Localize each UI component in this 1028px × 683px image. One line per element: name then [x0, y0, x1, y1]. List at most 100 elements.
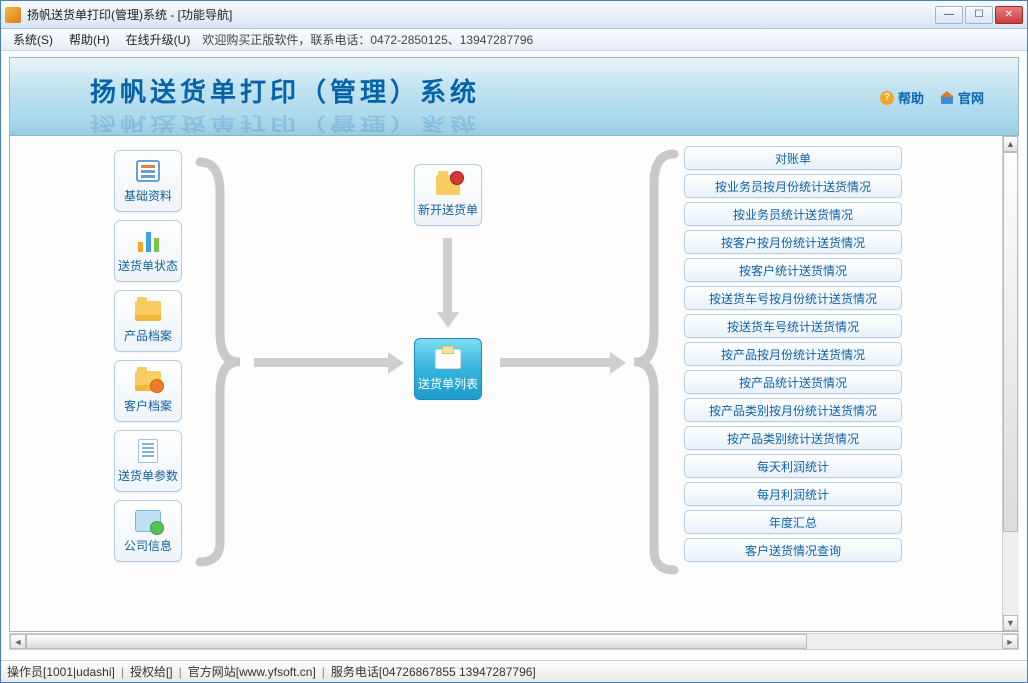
- tile-customer-archive[interactable]: 客户档案: [114, 360, 182, 422]
- report-button[interactable]: 按产品按月份统计送货情况: [684, 342, 902, 366]
- tile-product-archive[interactable]: 产品档案: [114, 290, 182, 352]
- report-label: 每天利润统计: [757, 458, 829, 475]
- center-main: 送货单列表: [414, 338, 482, 400]
- new-folder-icon: [433, 172, 463, 198]
- tile-label: 新开送货单: [418, 201, 478, 218]
- tile-delivery-params[interactable]: 送货单参数: [114, 430, 182, 492]
- tile-label: 客户档案: [124, 397, 172, 414]
- report-label: 按客户按月份统计送货情况: [721, 234, 865, 251]
- tile-delivery-list[interactable]: 送货单列表: [414, 338, 482, 400]
- scroll-down-button[interactable]: ▼: [1003, 615, 1018, 631]
- banner-site-link[interactable]: 官网: [940, 88, 984, 107]
- bars-icon: [133, 228, 163, 254]
- report-label: 按产品类别统计送货情况: [727, 430, 859, 447]
- menubar: 系统(S) 帮助(H) 在线升级(U) 欢迎购买正版软件，联系电话：0472-2…: [1, 29, 1027, 51]
- tile-label: 送货单列表: [418, 375, 478, 392]
- scroll-left-button[interactable]: ◄: [10, 634, 26, 649]
- banner-title: 扬帆送货单打印（管理）系统: [90, 72, 480, 109]
- report-button[interactable]: 对账单: [684, 146, 902, 170]
- scroll-up-button[interactable]: ▲: [1003, 136, 1018, 152]
- report-label: 按送货车号按月份统计送货情况: [709, 290, 877, 307]
- titlebar: 扬帆送货单打印(管理)系统 - [功能导航] — ☐ ✕: [1, 1, 1027, 29]
- scroll-right-button[interactable]: ►: [1002, 634, 1018, 649]
- arrow-center-to-right-icon: [500, 358, 612, 367]
- tile-basic-data[interactable]: 基础资料: [114, 150, 182, 212]
- scroll-track[interactable]: [1003, 152, 1018, 615]
- horizontal-scrollbar[interactable]: ◄ ►: [9, 633, 1019, 650]
- banner-title-reflection: 扬帆送货单打印（管理）系统: [90, 112, 480, 136]
- report-label: 按送货车号统计送货情况: [727, 318, 859, 335]
- tile-label: 产品档案: [124, 327, 172, 344]
- menu-help[interactable]: 帮助(H): [61, 29, 118, 50]
- tile-label: 送货单状态: [118, 257, 178, 274]
- nav-panel: 扬帆送货单打印（管理）系统 扬帆送货单打印（管理）系统 ? 帮助 官网: [9, 57, 1019, 632]
- report-label: 按业务员统计送货情况: [733, 206, 853, 223]
- arrow-left-to-center-icon: [254, 358, 390, 367]
- report-button[interactable]: 客户送货情况查询: [684, 538, 902, 562]
- status-phone: 服务电话[04726867855 13947287796]: [331, 663, 536, 680]
- menu-upgrade[interactable]: 在线升级(U): [118, 29, 199, 50]
- report-button[interactable]: 按送货车号统计送货情况: [684, 314, 902, 338]
- scroll-thumb[interactable]: [26, 634, 807, 649]
- maximize-button[interactable]: ☐: [965, 6, 993, 24]
- right-bracket-icon: [634, 144, 684, 580]
- folder-icon: [133, 298, 163, 324]
- menu-promo-text: 欢迎购买正版软件，联系电话：0472-2850125、13947287796: [198, 31, 533, 48]
- report-button[interactable]: 年度汇总: [684, 510, 902, 534]
- delivery-list-icon: [433, 346, 463, 372]
- report-label: 每月利润统计: [757, 486, 829, 503]
- report-label: 按业务员按月份统计送货情况: [715, 178, 871, 195]
- list-icon: [133, 158, 163, 184]
- center-top: 新开送货单: [414, 164, 482, 226]
- report-label: 按产品按月份统计送货情况: [721, 346, 865, 363]
- app-window: 扬帆送货单打印(管理)系统 - [功能导航] — ☐ ✕ 系统(S) 帮助(H)…: [0, 0, 1028, 683]
- report-button[interactable]: 按客户统计送货情况: [684, 258, 902, 282]
- report-button[interactable]: 按产品类别统计送货情况: [684, 426, 902, 450]
- tile-label: 送货单参数: [118, 467, 178, 484]
- report-button[interactable]: 按业务员统计送货情况: [684, 202, 902, 226]
- scroll-track[interactable]: [26, 634, 1002, 649]
- window-title: 扬帆送货单打印(管理)系统 - [功能导航]: [27, 6, 935, 23]
- folder-user-icon: [133, 368, 163, 394]
- status-site: 官方网站[www.yfsoft.cn]: [188, 663, 316, 680]
- company-icon: [133, 508, 163, 534]
- menu-system[interactable]: 系统(S): [5, 29, 61, 50]
- app-icon: [5, 7, 21, 23]
- report-label: 按产品统计送货情况: [739, 374, 847, 391]
- window-controls: — ☐ ✕: [935, 6, 1023, 24]
- vertical-scrollbar[interactable]: ▲ ▼: [1002, 136, 1019, 631]
- report-button[interactable]: 按送货车号按月份统计送货情况: [684, 286, 902, 310]
- document-icon: [133, 438, 163, 464]
- left-bracket-icon: [190, 152, 240, 572]
- arrow-top-to-center-icon: [443, 238, 452, 314]
- report-button[interactable]: 每天利润统计: [684, 454, 902, 478]
- report-button[interactable]: 按业务员按月份统计送货情况: [684, 174, 902, 198]
- close-button[interactable]: ✕: [995, 6, 1023, 24]
- tile-company-info[interactable]: 公司信息: [114, 500, 182, 562]
- status-licensed: 授权给[]: [130, 663, 173, 680]
- banner-help-link[interactable]: ? 帮助: [880, 88, 924, 107]
- report-button[interactable]: 每月利润统计: [684, 482, 902, 506]
- tile-new-delivery[interactable]: 新开送货单: [414, 164, 482, 226]
- minimize-button[interactable]: —: [935, 6, 963, 24]
- report-button[interactable]: 按产品类别按月份统计送货情况: [684, 398, 902, 422]
- scroll-thumb[interactable]: [1003, 152, 1018, 532]
- banner-links: ? 帮助 官网: [880, 88, 984, 107]
- report-button[interactable]: 按产品统计送货情况: [684, 370, 902, 394]
- help-icon: ?: [880, 91, 894, 105]
- separator: |: [121, 665, 124, 679]
- tile-delivery-status[interactable]: 送货单状态: [114, 220, 182, 282]
- tile-label: 公司信息: [124, 537, 172, 554]
- banner-help-label: 帮助: [898, 88, 924, 107]
- tile-label: 基础资料: [124, 187, 172, 204]
- home-icon: [940, 91, 954, 105]
- report-label: 按客户统计送货情况: [739, 262, 847, 279]
- report-label: 客户送货情况查询: [745, 542, 841, 559]
- left-column: 基础资料 送货单状态 产品档案 客户档案: [114, 150, 182, 562]
- separator: |: [179, 665, 182, 679]
- statusbar: 操作员[1001|udashi] | 授权给[] | 官方网站[www.yfso…: [1, 660, 1027, 682]
- separator: |: [322, 665, 325, 679]
- report-label: 年度汇总: [769, 514, 817, 531]
- report-button[interactable]: 按客户按月份统计送货情况: [684, 230, 902, 254]
- content-area: 扬帆送货单打印（管理）系统 扬帆送货单打印（管理）系统 ? 帮助 官网: [1, 51, 1027, 660]
